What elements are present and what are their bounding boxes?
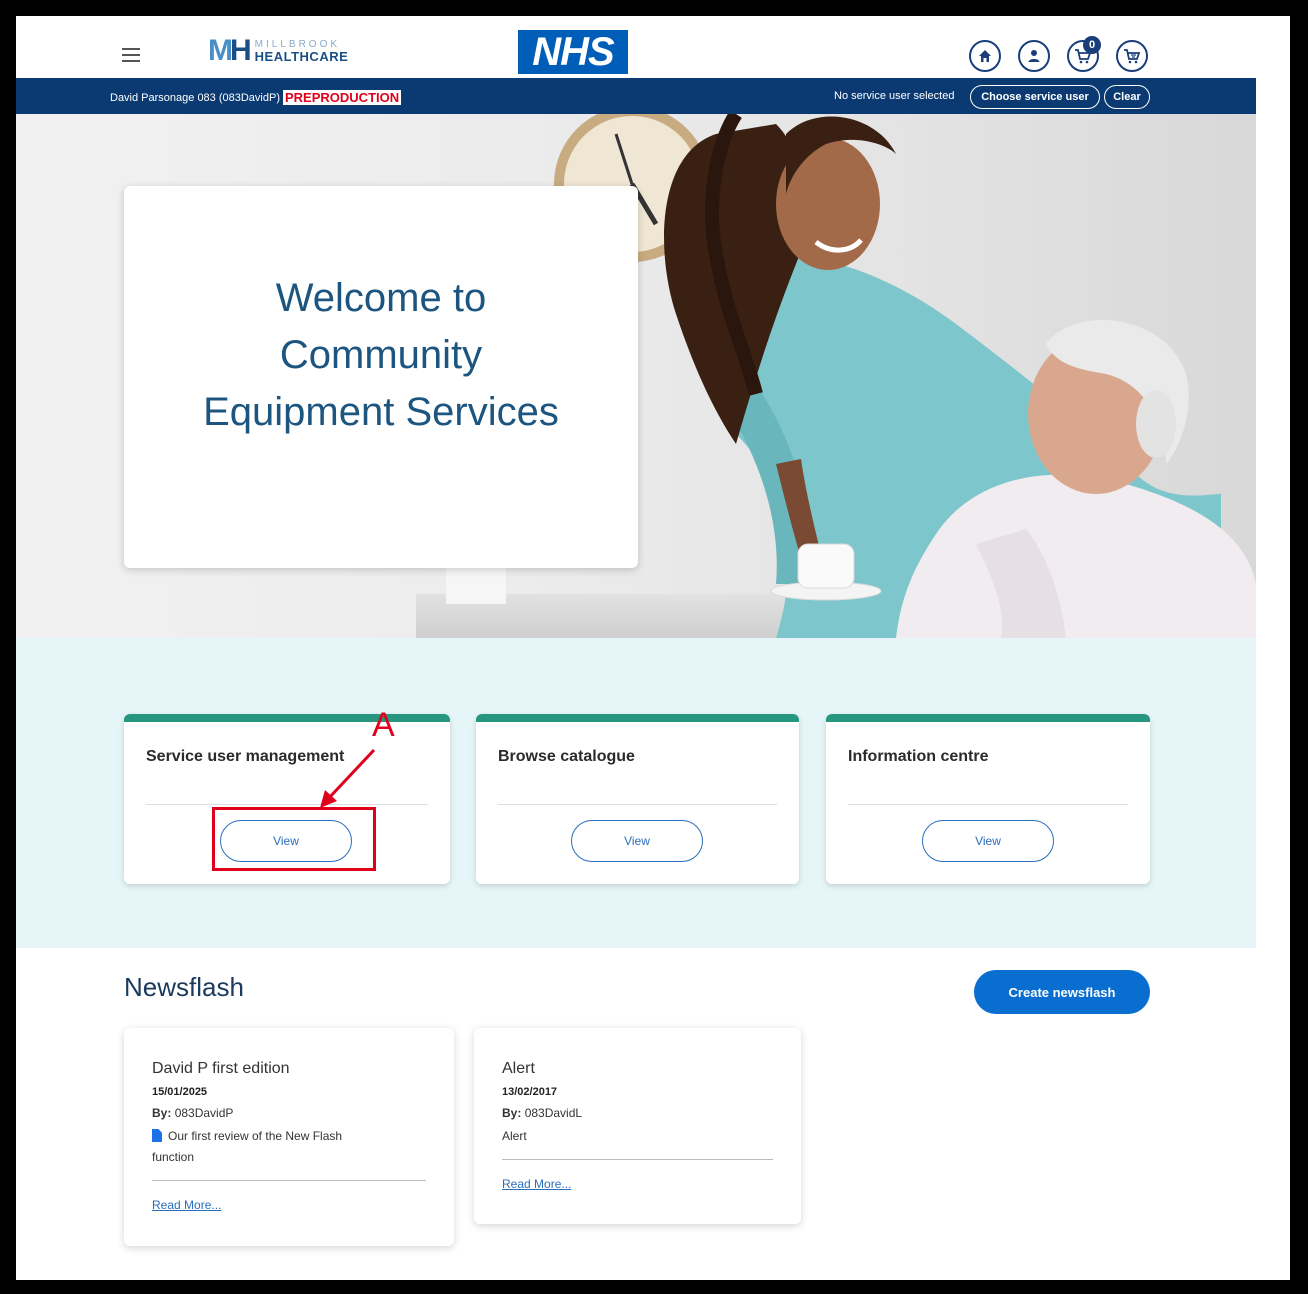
news-title: Alert: [502, 1060, 535, 1077]
information-centre-view-button[interactable]: View: [922, 820, 1054, 862]
create-newsflash-button[interactable]: Create newsflash: [974, 970, 1150, 1014]
read-more-link[interactable]: Read More...: [502, 1177, 571, 1191]
annotation-highlight-box: [212, 807, 376, 871]
hero-banner: Welcome to Community Equipment Services: [16, 114, 1256, 638]
home-icon[interactable]: [969, 40, 1001, 72]
news-date: 13/02/2017: [502, 1086, 558, 1098]
news-divider: [152, 1180, 426, 1181]
welcome-card: Welcome to Community Equipment Services: [124, 186, 638, 568]
tile-information-centre: Information centre View: [826, 714, 1150, 884]
user-status-bar: David Parsonage 083 (083DavidP) PREPRODU…: [16, 78, 1256, 114]
browse-catalogue-view-button[interactable]: View: [571, 820, 703, 862]
logo-bottom-text: HEALTHCARE: [254, 48, 349, 64]
news-author: By: 083DavidP: [152, 1106, 234, 1120]
news-body: Alert: [502, 1129, 527, 1143]
environment-badge: PREPRODUCTION: [283, 90, 402, 105]
tile-divider: [146, 804, 428, 805]
millbrook-logo[interactable]: MH MILLBROOK HEALTHCARE: [208, 34, 348, 68]
basket-icon[interactable]: [1116, 40, 1148, 72]
logo-top-text: MILLBROOK: [254, 38, 341, 50]
service-user-status: No service user selected: [834, 90, 955, 102]
page: MH MILLBROOK HEALTHCARE NHS 0 David Pars…: [16, 16, 1290, 1280]
annotation-label: A: [372, 706, 395, 744]
tile-browse-catalogue: Browse catalogue View: [476, 714, 799, 884]
logged-in-user: David Parsonage 083 (083DavidP) PREPRODU…: [110, 90, 402, 105]
document-icon: [152, 1129, 162, 1142]
tile-title: Service user management: [146, 748, 345, 765]
user-name: David Parsonage 083 (083DavidP): [110, 91, 280, 104]
top-header: MH MILLBROOK HEALTHCARE NHS 0: [16, 16, 1256, 78]
nhs-logo: NHS: [518, 30, 628, 74]
user-icon[interactable]: [1018, 40, 1050, 72]
read-more-link[interactable]: Read More...: [152, 1198, 221, 1212]
tile-title: Browse catalogue: [498, 748, 635, 765]
news-body: Our first review of the New Flash functi…: [152, 1129, 343, 1164]
tile-divider: [848, 804, 1128, 805]
tile-divider: [498, 804, 777, 805]
welcome-title: Welcome to Community Equipment Services: [203, 276, 559, 434]
news-divider: [502, 1159, 773, 1160]
choose-service-user-button[interactable]: Choose service user: [970, 85, 1100, 109]
news-date: 15/01/2025: [152, 1086, 208, 1098]
newsflash-heading: Newsflash: [124, 972, 244, 1002]
news-author: By: 083DavidL: [502, 1106, 583, 1120]
news-card: Alert 13/02/2017 By: 083DavidL Alert Rea…: [474, 1028, 801, 1224]
cart-count-badge: 0: [1083, 36, 1101, 54]
tile-title: Information centre: [848, 748, 989, 765]
menu-icon[interactable]: [122, 48, 140, 62]
cart-icon[interactable]: 0: [1067, 36, 1101, 72]
news-card: David P first edition 15/01/2025 By: 083…: [124, 1028, 454, 1246]
news-title: David P first edition: [152, 1060, 290, 1077]
clear-button[interactable]: Clear: [1104, 85, 1150, 109]
